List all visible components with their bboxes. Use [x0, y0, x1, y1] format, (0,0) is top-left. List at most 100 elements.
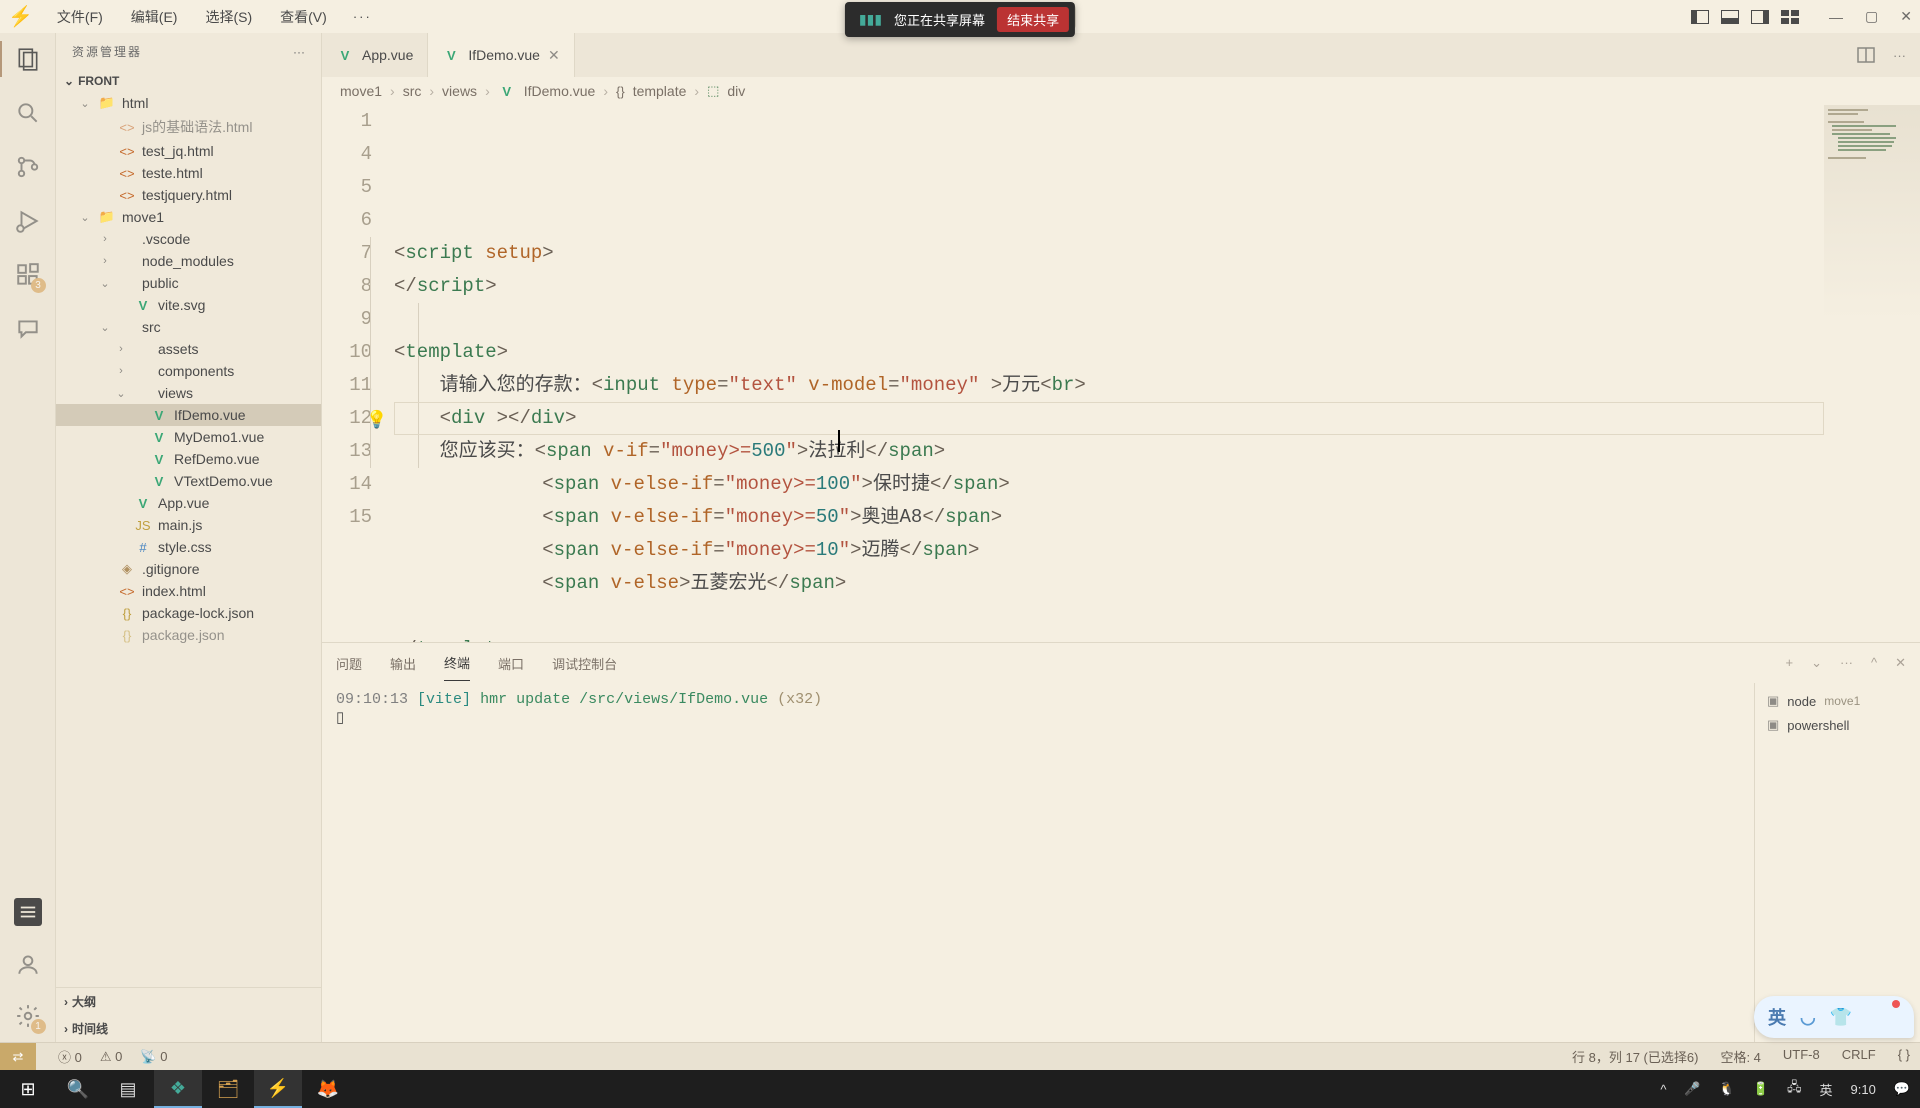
panel-tab-ports[interactable]: 端口 [498, 646, 524, 681]
stop-share-button[interactable]: 结束共享 [997, 7, 1069, 32]
menu-activity-icon[interactable] [14, 898, 42, 926]
tab-more-icon[interactable]: ··· [1893, 48, 1906, 63]
tree-item[interactable]: <>js的基础语法.html [56, 114, 321, 140]
status-spaces[interactable]: 空格: 4 [1720, 1047, 1760, 1066]
menu-more[interactable]: ··· [343, 3, 382, 30]
tree-item[interactable]: ›components [56, 360, 321, 382]
tree-item[interactable]: {}package-lock.json [56, 602, 321, 624]
new-terminal-icon[interactable]: + [1785, 655, 1793, 671]
explorer-more-icon[interactable]: ··· [293, 45, 305, 59]
tree-item[interactable]: Vvite.svg [56, 294, 321, 316]
panel-tab-problems[interactable]: 问题 [336, 646, 362, 681]
panel-more-icon[interactable]: ··· [1840, 655, 1853, 671]
tree-item[interactable]: ⌄public [56, 272, 321, 294]
close-tab-icon[interactable]: ✕ [548, 47, 560, 64]
tree-item-label: js的基础语法.html [142, 117, 252, 137]
customize-layout-icon[interactable] [1781, 10, 1799, 24]
terminal-dropdown-icon[interactable]: ⌄ [1811, 655, 1822, 671]
tray-chevron-icon[interactable]: ^ [1660, 1082, 1666, 1097]
tab-ifdemo-vue[interactable]: V IfDemo.vue ✕ [428, 33, 574, 77]
tree-item[interactable]: VRefDemo.vue [56, 448, 321, 470]
tray-clock[interactable]: 9:10 [1851, 1082, 1876, 1097]
tree-item[interactable]: #style.css [56, 536, 321, 558]
tree-item[interactable]: ◈.gitignore [56, 558, 321, 580]
panel-tab-debug[interactable]: 调试控制台 [552, 646, 617, 681]
window-maximize-icon[interactable]: ▢ [1865, 8, 1878, 25]
task-view-icon[interactable]: ▤ [104, 1070, 152, 1108]
tree-item[interactable]: VVTextDemo.vue [56, 470, 321, 492]
tree-item[interactable]: <>index.html [56, 580, 321, 602]
terminal-item-powershell[interactable]: ▣ powershell [1765, 713, 1910, 737]
tray-icon[interactable]: 🐧 [1719, 1081, 1735, 1097]
window-minimize-icon[interactable]: — [1829, 9, 1843, 25]
panel-tab-output[interactable]: 输出 [390, 646, 416, 681]
chat-activity-icon[interactable] [14, 315, 42, 343]
tree-item[interactable]: ›node_modules [56, 250, 321, 272]
tree-item[interactable]: <>teste.html [56, 162, 321, 184]
debug-activity-icon[interactable] [14, 207, 42, 235]
tab-app-vue[interactable]: V App.vue [322, 33, 428, 77]
tray-ime[interactable]: 英 [1819, 1080, 1832, 1099]
tree-item[interactable]: <>test_jq.html [56, 140, 321, 162]
tree-item[interactable]: JSmain.js [56, 514, 321, 536]
tree-item[interactable]: ⌄src [56, 316, 321, 338]
lightbulb-icon[interactable]: 💡 [366, 405, 387, 438]
tray-battery-icon[interactable]: 🔋 [1753, 1081, 1769, 1097]
tree-item[interactable]: ›.vscode [56, 228, 321, 250]
start-button[interactable]: ⊞ [4, 1070, 52, 1108]
tree-item[interactable]: ⌄📁move1 [56, 206, 321, 228]
window-close-icon[interactable]: ✕ [1900, 8, 1912, 25]
status-errors[interactable]: ⓧ 0 [58, 1047, 82, 1066]
terminal[interactable]: 09:10:13 [vite] hmr update /src/views/If… [322, 683, 1754, 1042]
status-lang[interactable]: { } [1898, 1047, 1910, 1066]
tree-item[interactable]: {}package.json [56, 624, 321, 646]
timeline-section[interactable]: › 时间线 [56, 1015, 321, 1042]
toggle-secondary-sidebar-icon[interactable] [1751, 10, 1769, 24]
code-editor[interactable]: 1456789101112131415 <script setup></scri… [322, 105, 1920, 642]
panel-maximize-icon[interactable]: ^ [1871, 655, 1877, 671]
tree-item[interactable]: ⌄views [56, 382, 321, 404]
menu-view[interactable]: 查看(V) [268, 1, 339, 33]
status-cursor-pos[interactable]: 行 8，列 17 (已选择6) [1572, 1047, 1698, 1066]
tree-item[interactable]: ›assets [56, 338, 321, 360]
tree-item[interactable]: <>testjquery.html [56, 184, 321, 206]
extensions-activity-icon[interactable]: 3 [14, 261, 42, 289]
menu-file[interactable]: 文件(F) [45, 1, 115, 33]
tray-network-icon[interactable]: 🖧 [1787, 1078, 1802, 1100]
status-eol[interactable]: CRLF [1842, 1047, 1876, 1066]
tray-notifications-icon[interactable]: 💬 [1894, 1081, 1910, 1097]
account-activity-icon[interactable] [14, 950, 42, 978]
explorer-activity-icon[interactable] [14, 45, 42, 73]
project-header[interactable]: ⌄ FRONT [56, 70, 321, 92]
ime-assistant-widget[interactable]: 英 ◡ 👕 [1754, 996, 1914, 1038]
taskbar-search-icon[interactable]: 🔍 [54, 1070, 102, 1108]
taskbar-vscode[interactable]: ⚡ [254, 1070, 302, 1108]
tree-item[interactable]: VMyDemo1.vue [56, 426, 321, 448]
panel-tab-terminal[interactable]: 终端 [444, 645, 470, 681]
remote-indicator-icon[interactable]: ⇄ [0, 1043, 36, 1070]
taskbar-file-explorer[interactable]: 🗂 [204, 1070, 252, 1108]
panel-close-icon[interactable]: ✕ [1895, 655, 1906, 671]
toggle-panel-icon[interactable] [1721, 10, 1739, 24]
toggle-primary-sidebar-icon[interactable] [1691, 10, 1709, 24]
taskbar-app-1[interactable]: ❖ [154, 1070, 202, 1108]
tree-item[interactable]: ⌄📁html [56, 92, 321, 114]
outline-section[interactable]: › 大纲 [56, 988, 321, 1015]
scm-activity-icon[interactable] [14, 153, 42, 181]
editor-area: V App.vue V IfDemo.vue ✕ ··· move1› src›… [322, 33, 1920, 1042]
split-editor-icon[interactable] [1857, 47, 1875, 63]
tree-item[interactable]: VIfDemo.vue [56, 404, 321, 426]
minimap[interactable] [1824, 105, 1920, 642]
taskbar-firefox[interactable]: 🦊 [304, 1070, 352, 1108]
status-radio[interactable]: 📡 0 [140, 1049, 167, 1065]
status-warnings[interactable]: ⚠ 0 [100, 1049, 123, 1065]
menu-select[interactable]: 选择(S) [193, 1, 264, 33]
tree-item[interactable]: VApp.vue [56, 492, 321, 514]
menu-edit[interactable]: 编辑(E) [119, 1, 190, 33]
breadcrumbs[interactable]: move1› src› views› V IfDemo.vue› {} temp… [322, 77, 1920, 105]
settings-activity-icon[interactable]: 1 [14, 1002, 42, 1030]
terminal-item-node[interactable]: ▣ node move1 [1765, 689, 1910, 713]
search-activity-icon[interactable] [14, 99, 42, 127]
tray-icon[interactable]: 🎤 [1684, 1081, 1700, 1097]
status-encoding[interactable]: UTF-8 [1783, 1047, 1820, 1066]
